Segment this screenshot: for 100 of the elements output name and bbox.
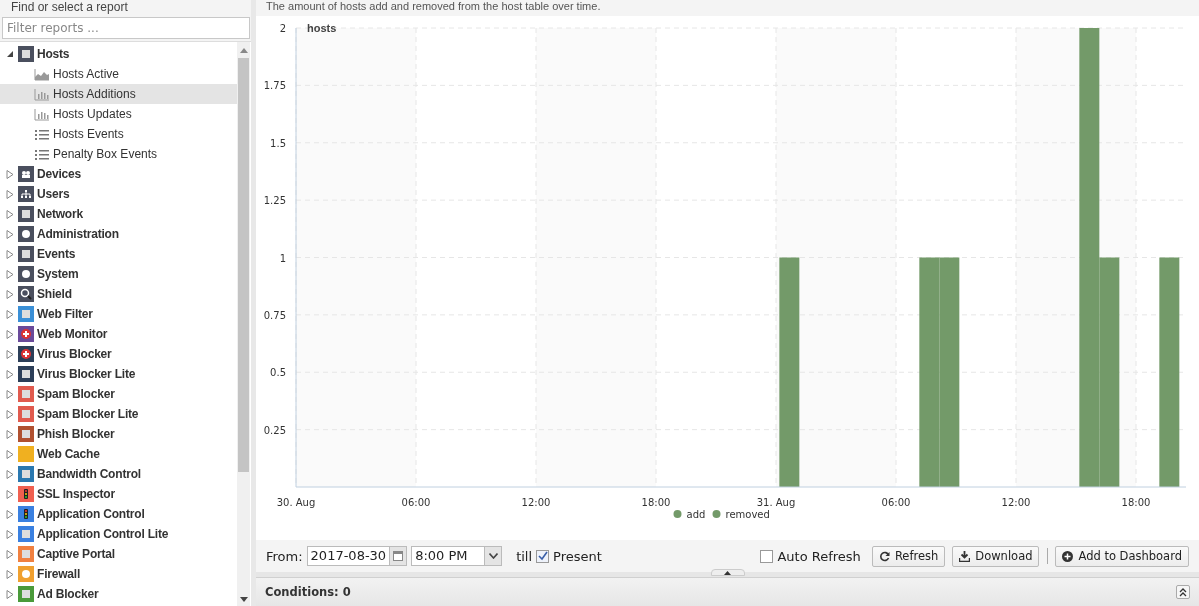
tree-item[interactable]: System — [0, 264, 237, 284]
app-icon — [18, 366, 34, 382]
tree-item[interactable]: Hosts Additions — [0, 84, 237, 104]
tree-item[interactable]: Spam Blocker Lite — [0, 404, 237, 424]
x-tick-label: 18:00 — [641, 497, 671, 508]
app-icon — [18, 186, 34, 202]
tree-item[interactable]: Captive Portal — [0, 544, 237, 564]
tree-item[interactable]: Events — [0, 244, 237, 264]
tree-item[interactable]: Penalty Box Events — [0, 144, 237, 164]
y-tick-label: 0.25 — [263, 424, 286, 436]
refresh-button[interactable]: Refresh — [871, 545, 946, 567]
tree-item[interactable]: Web Cache — [0, 444, 237, 464]
app-icon — [18, 566, 34, 582]
caret-down-icon — [488, 553, 498, 559]
tree-item[interactable]: Application Control — [0, 504, 237, 524]
tree-item[interactable]: Firewall — [0, 564, 237, 584]
y-tick-label: 1.5 — [270, 137, 286, 149]
app-icon — [18, 246, 34, 262]
app-icon — [18, 286, 34, 302]
time-dropdown[interactable]: 8:00 PM — [411, 546, 503, 566]
date-field[interactable]: 2017-08-30 — [306, 546, 408, 566]
present-checkbox[interactable] — [536, 549, 550, 563]
x-tick-label: 12:00 — [521, 497, 551, 508]
tree-item[interactable]: Hosts Events — [0, 124, 237, 144]
plus-circle-icon — [1062, 550, 1074, 562]
bar-chart-icon — [34, 87, 50, 101]
y-tick-label: 0.75 — [263, 309, 286, 321]
tree-item[interactable]: Web Monitor — [0, 324, 237, 344]
tree-item[interactable]: Hosts Updates — [0, 104, 237, 124]
tree-item[interactable]: Hosts — [0, 44, 237, 64]
download-button[interactable]: Download — [952, 545, 1040, 567]
tree-item[interactable]: Spam Blocker — [0, 384, 237, 404]
scroll-up-icon — [239, 48, 248, 53]
y-tick-label: 0.5 — [270, 367, 286, 379]
refresh-icon — [878, 550, 890, 562]
scrollbar[interactable] — [237, 42, 250, 606]
calendar-icon — [393, 551, 404, 561]
app-icon — [18, 206, 34, 222]
app-icon — [18, 586, 34, 602]
app-icon — [18, 266, 34, 282]
app-icon — [18, 466, 34, 482]
checkbox-label: Auto Refresh — [777, 548, 861, 564]
app-icon — [18, 426, 34, 442]
tree-item[interactable]: Virus Blocker Lite — [0, 364, 237, 384]
tree-item[interactable]: SSL Inspector — [0, 484, 237, 504]
filter-field[interactable]: Filter reports ... — [2, 17, 250, 39]
scrollbar-thumb[interactable] — [238, 58, 249, 472]
panel-title: Find or select a report — [10, 0, 129, 16]
app-icon — [18, 446, 34, 462]
report-description: The amount of hosts add and removed from the host table over time. — [265, 0, 602, 14]
till-label: till — [516, 548, 533, 564]
tree-item[interactable]: Web Filter — [0, 304, 237, 324]
x-tick-label: 31. Aug — [756, 497, 796, 508]
y-tick-label: 1 — [279, 252, 286, 264]
add-to-dashboard-button[interactable]: Add to Dashboard — [1055, 545, 1189, 567]
app-icon — [18, 226, 34, 242]
auto-refresh-checkbox[interactable] — [760, 549, 774, 563]
tree-item[interactable]: Application Control Lite — [0, 524, 237, 544]
tree-item[interactable]: Ad Blocker — [0, 584, 237, 604]
app-icon — [18, 506, 34, 522]
double-chevron-up-icon — [1179, 587, 1187, 597]
tree-item[interactable]: Administration — [0, 224, 237, 244]
area-chart-icon — [34, 67, 50, 81]
x-tick-label: 12:00 — [1001, 497, 1031, 508]
axis-title: hosts — [307, 22, 337, 34]
x-tick-label: 18:00 — [1121, 497, 1151, 508]
app-icon — [18, 326, 34, 342]
legend-label: add — [686, 509, 706, 520]
x-tick-label: 06:00 — [881, 497, 911, 508]
tree-item[interactable]: Bandwidth Control — [0, 464, 237, 484]
tree-item[interactable]: Devices — [0, 164, 237, 184]
expanded-arrow-icon — [6, 50, 14, 58]
app-icon — [18, 166, 34, 182]
list-icon — [34, 127, 50, 141]
app-icon — [18, 346, 34, 362]
tree-item[interactable]: Network — [0, 204, 237, 224]
x-tick-label: 30. Aug — [276, 497, 316, 508]
splitter-handle[interactable] — [710, 569, 745, 576]
y-tick-label: 1.75 — [263, 80, 286, 92]
download-icon — [959, 550, 971, 562]
tree-item[interactable]: Users — [0, 184, 237, 204]
checkmark-icon — [537, 551, 548, 561]
collapse-button[interactable] — [1176, 585, 1190, 599]
app-icon — [18, 386, 34, 402]
legend-label: removed — [725, 509, 770, 520]
app-icon — [18, 486, 34, 502]
x-tick-label: 06:00 — [401, 497, 431, 508]
tree-item[interactable]: Phish Blocker — [0, 424, 237, 444]
tree-item[interactable]: Hosts Active — [0, 64, 237, 84]
bar-chart-icon — [34, 107, 50, 121]
conditions-title: Conditions: 0 — [265, 585, 351, 599]
app-icon — [18, 306, 34, 322]
caret-up-icon — [724, 570, 731, 575]
tree-item[interactable]: Virus Blocker — [0, 344, 237, 364]
tree-item[interactable]: Shield — [0, 284, 237, 304]
app-icon — [18, 546, 34, 562]
app-icon — [18, 406, 34, 422]
checkbox-label: Present — [553, 548, 602, 564]
scroll-down-icon — [239, 597, 248, 602]
y-tick-label: 1.25 — [263, 195, 286, 207]
